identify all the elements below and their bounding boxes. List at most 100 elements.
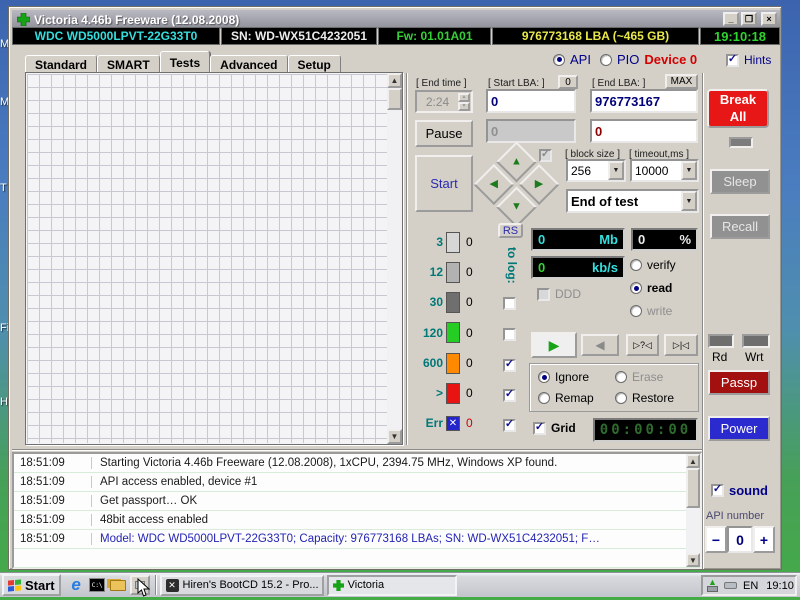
- spin-up-icon: ▲: [458, 93, 470, 102]
- victoria-cross-icon: [333, 580, 344, 591]
- timing-count: 0: [466, 416, 473, 430]
- graph-scrollbar-thumb[interactable]: [387, 88, 402, 110]
- surface-graph-area: ▲ ▼: [25, 72, 403, 445]
- internet-explorer-icon[interactable]: e: [67, 576, 86, 595]
- break-all-button[interactable]: Break All: [707, 89, 769, 128]
- grid-toggle[interactable]: ✓ Grid: [533, 421, 576, 435]
- seek-question-icon: ▷?◁: [633, 340, 652, 351]
- back-triangle-icon: ◀: [595, 338, 604, 352]
- up-triangle-icon: ▲: [511, 156, 522, 167]
- power-button[interactable]: Power: [708, 416, 770, 441]
- sound-toggle[interactable]: ✓ sound: [711, 483, 768, 498]
- check-icon: ✓: [728, 54, 737, 65]
- start-button[interactable]: Start: [415, 155, 473, 212]
- seek-end-button[interactable]: ▷|◁: [664, 334, 698, 356]
- start-lba-zero-button[interactable]: 0: [558, 75, 578, 89]
- timeout-value: 10000: [632, 164, 681, 178]
- drive-tray-icon[interactable]: [724, 582, 737, 589]
- log-row: 18:51:09 Starting Victoria 4.46b Freewar…: [14, 454, 700, 473]
- seek-question-button[interactable]: ▷?◁: [626, 334, 659, 356]
- to-log-checkbox-600[interactable]: ✓: [503, 359, 516, 372]
- drive-serial: SN: WD-WX51C4232051: [221, 27, 377, 45]
- app-cross-icon: [17, 13, 30, 26]
- start-lba-current-field: 0: [486, 119, 576, 143]
- to-log-checkbox-err[interactable]: ✓: [503, 419, 516, 432]
- defect-action-panel: Ignore Erase Remap Restore: [529, 363, 699, 412]
- end-of-test-select[interactable]: End of test ▼: [566, 189, 699, 213]
- mode-verify[interactable]: verify: [630, 258, 676, 272]
- chevron-down-icon[interactable]: ▼: [681, 191, 697, 211]
- hints-group: ✓ Hints: [726, 53, 771, 67]
- max-lba-button[interactable]: MAX: [665, 74, 698, 89]
- action-restore[interactable]: Restore: [615, 391, 674, 405]
- tab-smart[interactable]: SMART: [97, 55, 160, 73]
- erase-label: Erase: [632, 370, 663, 384]
- play-button[interactable]: ▶: [531, 332, 577, 358]
- check-icon: ✓: [505, 389, 514, 400]
- tab-tests[interactable]: Tests: [160, 51, 210, 73]
- seek-end-icon: ▷|◁: [673, 340, 689, 351]
- to-log-checkbox-30[interactable]: [503, 297, 516, 310]
- task-button-hirens[interactable]: ✕ Hiren's BootCD 15.2 - Pro...: [160, 575, 324, 596]
- mode-read[interactable]: read: [630, 281, 672, 295]
- hints-checkbox[interactable]: ✓: [726, 54, 739, 67]
- close-button[interactable]: ×: [761, 12, 777, 26]
- action-remap[interactable]: Remap: [538, 391, 594, 405]
- sleep-button[interactable]: Sleep: [710, 169, 770, 194]
- percent-display: 0 %: [631, 228, 698, 251]
- back-button[interactable]: ◀: [581, 334, 619, 356]
- to-log-checkbox-over[interactable]: ✓: [503, 389, 516, 402]
- api-number-plus-button[interactable]: +: [753, 526, 775, 553]
- language-indicator[interactable]: EN: [743, 580, 758, 592]
- tab-bar: Standard SMART Tests Advanced Setup: [25, 49, 341, 73]
- safely-remove-icon[interactable]: ▲: [706, 579, 720, 592]
- scroll-up-arrow-icon[interactable]: ▲: [387, 73, 402, 88]
- api-number-label: API number: [706, 510, 764, 522]
- passp-button[interactable]: Passp: [708, 370, 770, 395]
- pio-radio[interactable]: [600, 54, 612, 66]
- start-lba-input[interactable]: 0: [486, 89, 576, 113]
- rs-reset-button[interactable]: RS: [498, 223, 523, 238]
- api-radio[interactable]: [553, 54, 565, 66]
- minimize-button[interactable]: _: [723, 12, 739, 26]
- log-scrollbar-thumb[interactable]: [686, 468, 700, 508]
- log-message: 48bit access enabled: [92, 514, 208, 526]
- pause-button[interactable]: Pause: [415, 120, 473, 147]
- to-log-checkbox-120[interactable]: [503, 328, 516, 341]
- window-title: Victoria 4.46b Freeware (12.08.2008): [34, 13, 239, 27]
- start-button[interactable]: Start: [2, 574, 61, 596]
- wrt-label: Wrt: [745, 350, 763, 364]
- chevron-down-icon[interactable]: ▼: [608, 161, 624, 180]
- block-size-select[interactable]: 256 ▼: [566, 159, 626, 182]
- command-prompt-icon[interactable]: C:\: [88, 576, 107, 595]
- tab-standard[interactable]: Standard: [25, 55, 97, 73]
- end-lba-input[interactable]: 976773167: [590, 89, 698, 113]
- log-scrollbar[interactable]: ▲ ▼: [686, 454, 700, 567]
- timing-count: 0: [466, 326, 473, 340]
- right-triangle-icon: ▶: [535, 179, 543, 190]
- tray-clock: 19:10: [766, 580, 794, 592]
- recall-button[interactable]: Recall: [710, 214, 770, 239]
- graph-scrollbar[interactable]: ▲ ▼: [387, 73, 402, 444]
- tab-advanced[interactable]: Advanced: [210, 55, 287, 73]
- log-time: 18:51:09: [14, 514, 92, 526]
- log-row: 18:51:09 Model: WDC WD5000LPVT-22G33T0; …: [14, 530, 700, 549]
- folder-icon[interactable]: [109, 576, 128, 595]
- maximize-button[interactable]: ❒: [741, 12, 757, 26]
- scroll-down-arrow-icon[interactable]: ▼: [686, 553, 700, 567]
- timing-label: 30: [417, 295, 443, 309]
- chevron-down-icon[interactable]: ▼: [681, 161, 697, 180]
- check-icon: ✓: [541, 149, 550, 160]
- scroll-up-arrow-icon[interactable]: ▲: [686, 454, 700, 468]
- timeout-select[interactable]: 10000 ▼: [630, 159, 699, 182]
- tab-setup[interactable]: Setup: [288, 55, 341, 73]
- scroll-down-arrow-icon[interactable]: ▼: [387, 429, 402, 444]
- api-number-spinner: − 0 +: [705, 526, 775, 553]
- log-area[interactable]: 18:51:09 Starting Victoria 4.46b Freewar…: [12, 452, 702, 569]
- api-number-minus-button[interactable]: −: [705, 526, 727, 553]
- action-ignore[interactable]: Ignore: [538, 370, 589, 384]
- task-button-victoria[interactable]: Victoria: [327, 575, 457, 596]
- down-triangle-icon: ▼: [511, 202, 522, 213]
- timing-row: 120 0: [417, 317, 497, 348]
- log-row: 18:51:09 Get passport… OK: [14, 492, 700, 511]
